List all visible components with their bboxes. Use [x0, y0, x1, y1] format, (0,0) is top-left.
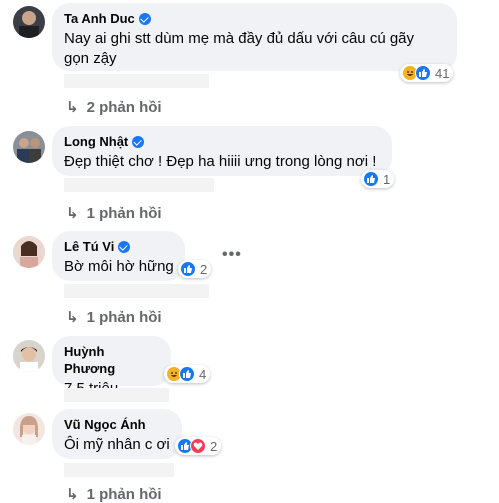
avatar[interactable] [13, 413, 45, 445]
avatar[interactable] [13, 340, 45, 372]
replies-label: 1 phản hồi [86, 308, 162, 326]
like-reaction-icon [180, 261, 196, 277]
reaction-summary[interactable]: 41 [400, 64, 454, 82]
comment-bubble: Vũ Ngọc Ánh Ôi mỹ nhân c ơi [52, 409, 182, 459]
reaction-summary[interactable]: 2 [175, 437, 222, 455]
replies-label: 2 phản hồi [86, 98, 162, 116]
reply-arrow-icon: ↳ [66, 205, 79, 222]
replies-link[interactable]: ↳ 1 phản hồi [66, 308, 162, 327]
replies-link[interactable]: ↳ 1 phản hồi [66, 485, 162, 503]
reaction-summary[interactable]: 4 [164, 365, 211, 383]
blurred-actions [64, 388, 169, 402]
commenter-name[interactable]: Lê Tú Vi [64, 238, 114, 255]
like-reaction-icon [179, 366, 195, 382]
commenter-name[interactable]: Ta Anh Duc [64, 10, 135, 27]
verified-badge-icon [138, 12, 151, 25]
comment-bubble: Lê Tú Vi Bờ môi hờ hững [52, 231, 185, 281]
comment-bubble: Long Nhật Đẹp thiệt chơ ! Đẹp ha hiiii ư… [52, 126, 392, 176]
reaction-count: 1 [383, 171, 391, 187]
like-reaction-icon [363, 171, 379, 187]
blurred-actions [64, 463, 174, 477]
love-reaction-icon [190, 438, 206, 454]
comment-text: Đẹp thiệt chơ ! Đẹp ha hiiii ưng trong l… [64, 153, 377, 170]
reaction-count: 41 [435, 65, 450, 81]
commenter-name[interactable]: Long Nhật [64, 133, 128, 150]
comment-text: Ôi mỹ nhân c ơi [64, 436, 170, 453]
comment-bubble: Huỳnh Phương 7,5 triệu [52, 336, 171, 397]
blurred-actions [64, 284, 209, 298]
verified-badge-icon [132, 135, 145, 148]
reaction-count: 2 [210, 438, 218, 454]
replies-link[interactable]: ↳ 2 phản hồi [66, 98, 162, 117]
commenter-name[interactable]: Huỳnh Phương [64, 343, 159, 377]
avatar[interactable] [13, 131, 45, 163]
comment-text: Nay ai ghi stt dùm mẹ mà đầy đủ dấu với … [64, 30, 415, 67]
comment-bubble: Ta Anh Duc Nay ai ghi stt dùm mẹ mà đầy … [52, 3, 457, 71]
more-options-icon[interactable]: ••• [222, 246, 242, 264]
avatar[interactable] [13, 236, 45, 268]
blurred-actions [64, 74, 209, 88]
reaction-count: 2 [200, 261, 208, 277]
replies-label: 1 phản hồi [86, 204, 162, 222]
like-reaction-icon [415, 65, 431, 81]
commenter-name[interactable]: Vũ Ngọc Ánh [64, 416, 146, 433]
reply-arrow-icon: ↳ [66, 309, 79, 326]
reply-arrow-icon: ↳ [66, 486, 79, 503]
reply-arrow-icon: ↳ [66, 99, 79, 116]
comment-text: Bờ môi hờ hững [64, 258, 174, 275]
verified-badge-icon [118, 240, 131, 253]
replies-link[interactable]: ↳ 1 phản hồi [66, 204, 162, 223]
reaction-count: 4 [199, 366, 207, 382]
reaction-summary[interactable]: 1 [361, 170, 395, 188]
reaction-summary[interactable]: 2 [178, 260, 212, 278]
avatar[interactable] [13, 6, 45, 38]
blurred-actions [64, 178, 214, 192]
